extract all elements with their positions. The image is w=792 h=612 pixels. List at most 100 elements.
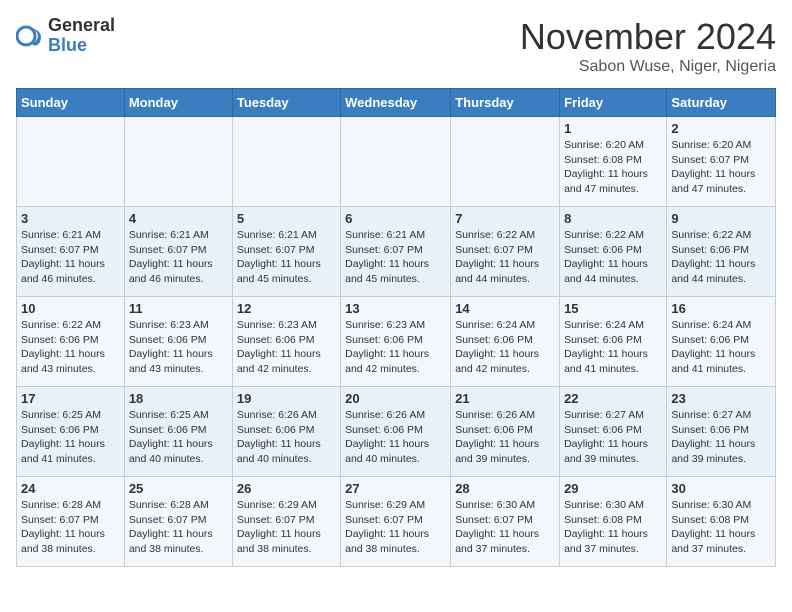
day-info: Sunrise: 6:28 AMSunset: 6:07 PMDaylight:… [129, 498, 228, 557]
week-row-2: 3 Sunrise: 6:21 AMSunset: 6:07 PMDaylight… [17, 207, 776, 297]
logo-blue: Blue [48, 36, 115, 56]
day-number: 24 [21, 481, 120, 496]
day-number: 7 [455, 211, 555, 226]
day-info: Sunrise: 6:26 AMSunset: 6:06 PMDaylight:… [237, 408, 336, 467]
week-row-4: 17 Sunrise: 6:25 AMSunset: 6:06 PMDayligh… [17, 387, 776, 477]
day-cell: 29 Sunrise: 6:30 AMSunset: 6:08 PMDayligh… [560, 477, 667, 567]
day-cell: 1 Sunrise: 6:20 AMSunset: 6:08 PMDaylight… [560, 117, 667, 207]
weekday-header-sunday: Sunday [17, 89, 125, 117]
day-info: Sunrise: 6:27 AMSunset: 6:06 PMDaylight:… [564, 408, 662, 467]
day-number: 10 [21, 301, 120, 316]
day-cell [232, 117, 340, 207]
weekday-header-thursday: Thursday [451, 89, 560, 117]
day-info: Sunrise: 6:25 AMSunset: 6:06 PMDaylight:… [21, 408, 120, 467]
day-cell: 27 Sunrise: 6:29 AMSunset: 6:07 PMDayligh… [341, 477, 451, 567]
title-block: November 2024 Sabon Wuse, Niger, Nigeria [520, 16, 776, 76]
day-cell [451, 117, 560, 207]
day-cell: 14 Sunrise: 6:24 AMSunset: 6:06 PMDayligh… [451, 297, 560, 387]
day-info: Sunrise: 6:21 AMSunset: 6:07 PMDaylight:… [129, 228, 228, 287]
weekday-header-tuesday: Tuesday [232, 89, 340, 117]
day-cell: 6Sunrise: 6:21 AMSunset: 6:07 PMDaylight… [341, 207, 451, 297]
day-cell: 24Sunrise: 6:28 AMSunset: 6:07 PMDayligh… [17, 477, 125, 567]
day-cell: 30 Sunrise: 6:30 AMSunset: 6:08 PMDayligh… [667, 477, 776, 567]
location-title: Sabon Wuse, Niger, Nigeria [520, 58, 776, 76]
day-info: Sunrise: 6:23 AMSunset: 6:06 PMDaylight:… [237, 318, 336, 377]
day-number: 13 [345, 301, 446, 316]
day-info: Sunrise: 6:30 AMSunset: 6:08 PMDaylight:… [564, 498, 662, 557]
day-cell: 13 Sunrise: 6:23 AMSunset: 6:06 PMDayligh… [341, 297, 451, 387]
day-number: 8 [564, 211, 662, 226]
day-info: Sunrise: 6:22 AMSunset: 6:07 PMDaylight:… [455, 228, 555, 287]
day-info: Sunrise: 6:24 AMSunset: 6:06 PMDaylight:… [564, 318, 662, 377]
page-header: General Blue November 2024 Sabon Wuse, N… [16, 16, 776, 76]
day-info: Sunrise: 6:23 AMSunset: 6:06 PMDaylight:… [129, 318, 228, 377]
logo-general: General [48, 16, 115, 36]
day-number: 23 [671, 391, 771, 406]
day-number: 27 [345, 481, 446, 496]
day-cell: 22 Sunrise: 6:27 AMSunset: 6:06 PMDayligh… [560, 387, 667, 477]
day-number: 29 [564, 481, 662, 496]
day-number: 18 [129, 391, 228, 406]
day-number: 28 [455, 481, 555, 496]
day-cell: 12 Sunrise: 6:23 AMSunset: 6:06 PMDayligh… [232, 297, 340, 387]
day-number: 30 [671, 481, 771, 496]
day-info: Sunrise: 6:23 AMSunset: 6:06 PMDaylight:… [345, 318, 446, 377]
weekday-header-saturday: Saturday [667, 89, 776, 117]
day-number: 14 [455, 301, 555, 316]
week-row-1: 1 Sunrise: 6:20 AMSunset: 6:08 PMDaylight… [17, 117, 776, 207]
day-info: Sunrise: 6:24 AMSunset: 6:06 PMDaylight:… [455, 318, 555, 377]
day-number: 19 [237, 391, 336, 406]
day-cell: 18Sunrise: 6:25 AMSunset: 6:06 PMDayligh… [124, 387, 232, 477]
day-number: 22 [564, 391, 662, 406]
logo-icon [16, 22, 44, 50]
day-info: Sunrise: 6:21 AMSunset: 6:07 PMDaylight:… [21, 228, 120, 287]
day-number: 16 [671, 301, 771, 316]
day-info: Sunrise: 6:21 AMSunset: 6:07 PMDaylight:… [237, 228, 336, 287]
day-number: 12 [237, 301, 336, 316]
day-cell: 4Sunrise: 6:21 AMSunset: 6:07 PMDaylight… [124, 207, 232, 297]
day-info: Sunrise: 6:29 AMSunset: 6:07 PMDaylight:… [345, 498, 446, 557]
weekday-header-friday: Friday [560, 89, 667, 117]
day-info: Sunrise: 6:30 AMSunset: 6:08 PMDaylight:… [671, 498, 771, 557]
day-info: Sunrise: 6:24 AMSunset: 6:06 PMDaylight:… [671, 318, 771, 377]
day-info: Sunrise: 6:26 AMSunset: 6:06 PMDaylight:… [345, 408, 446, 467]
day-cell: 3 Sunrise: 6:21 AMSunset: 6:07 PMDaylight… [17, 207, 125, 297]
week-row-5: 24 Sunrise: 6:28 AMSunset: 6:07 PMDayligh… [17, 477, 776, 567]
day-info: Sunrise: 6:29 AMSunset: 6:07 PMDaylight:… [237, 498, 336, 557]
day-cell [17, 117, 125, 207]
day-cell: 26 Sunrise: 6:29 AMSunset: 6:07 PMDayligh… [232, 477, 340, 567]
day-cell: 16 Sunrise: 6:24 AMSunset: 6:06 PMDayligh… [667, 297, 776, 387]
day-cell: 2Sunrise: 6:20 AMSunset: 6:07 PMDaylight… [667, 117, 776, 207]
month-title: November 2024 [520, 16, 776, 58]
day-cell [341, 117, 451, 207]
day-cell: 11 Sunrise: 6:23 AMSunset: 6:06 PMDayligh… [124, 297, 232, 387]
logo: General Blue [16, 16, 115, 56]
day-info: Sunrise: 6:22 AMSunset: 6:06 PMDaylight:… [671, 228, 771, 287]
day-number: 5 [237, 211, 336, 226]
logo-text: General Blue [48, 16, 115, 56]
day-cell: 28Sunrise: 6:30 AMSunset: 6:07 PMDayligh… [451, 477, 560, 567]
day-number: 25 [129, 481, 228, 496]
day-cell: 10Sunrise: 6:22 AMSunset: 6:06 PMDayligh… [17, 297, 125, 387]
calendar-page: General Blue November 2024 Sabon Wuse, N… [0, 0, 792, 583]
day-number: 26 [237, 481, 336, 496]
day-number: 15 [564, 301, 662, 316]
day-info: Sunrise: 6:27 AMSunset: 6:06 PMDaylight:… [671, 408, 771, 467]
day-cell: 9 Sunrise: 6:22 AMSunset: 6:06 PMDaylight… [667, 207, 776, 297]
day-cell: 23 Sunrise: 6:27 AMSunset: 6:06 PMDayligh… [667, 387, 776, 477]
weekday-header-monday: Monday [124, 89, 232, 117]
day-number: 3 [21, 211, 120, 226]
day-cell: 7 Sunrise: 6:22 AMSunset: 6:07 PMDaylight… [451, 207, 560, 297]
day-cell: 20Sunrise: 6:26 AMSunset: 6:06 PMDayligh… [341, 387, 451, 477]
day-info: Sunrise: 6:20 AMSunset: 6:08 PMDaylight:… [564, 138, 662, 197]
day-cell: 8Sunrise: 6:22 AMSunset: 6:06 PMDaylight… [560, 207, 667, 297]
day-number: 11 [129, 301, 228, 316]
day-cell: 17 Sunrise: 6:25 AMSunset: 6:06 PMDayligh… [17, 387, 125, 477]
weekday-header-wednesday: Wednesday [341, 89, 451, 117]
day-cell: 19 Sunrise: 6:26 AMSunset: 6:06 PMDayligh… [232, 387, 340, 477]
day-number: 1 [564, 121, 662, 136]
day-number: 9 [671, 211, 771, 226]
day-number: 17 [21, 391, 120, 406]
weekday-header-row: SundayMondayTuesdayWednesdayThursdayFrid… [17, 89, 776, 117]
day-cell: 25 Sunrise: 6:28 AMSunset: 6:07 PMDayligh… [124, 477, 232, 567]
